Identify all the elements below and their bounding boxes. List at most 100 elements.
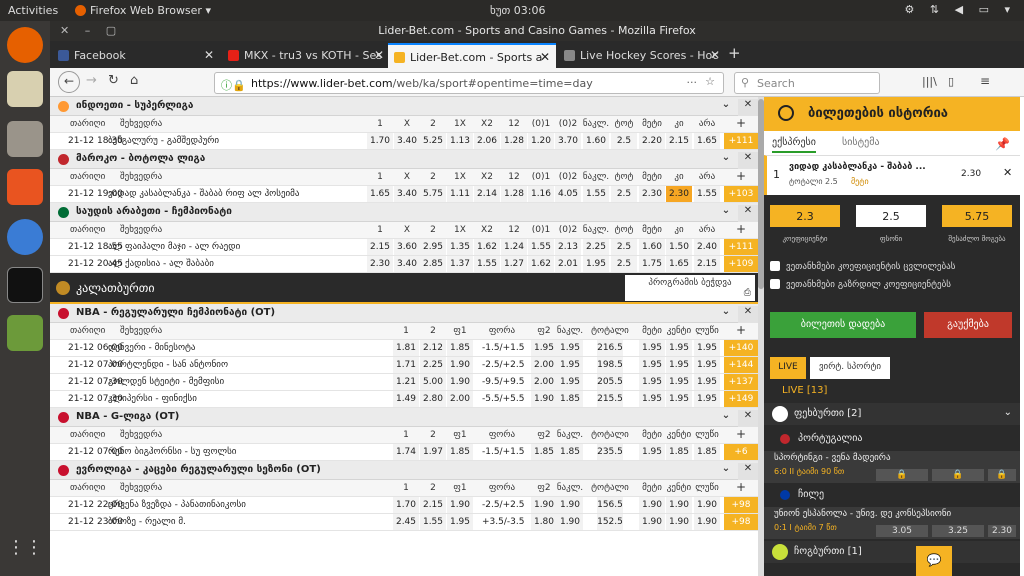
add-icon[interactable]: + (724, 116, 758, 130)
accept-higher-odds-checkbox[interactable]: ვეთანხმები გაზრდილ კოეფიციენტებს (770, 279, 951, 290)
odd-button[interactable]: 1.95 (694, 357, 720, 373)
odd-button[interactable]: 2.25 (420, 357, 446, 373)
odd-button[interactable]: 3.40 (394, 256, 420, 272)
close-icon[interactable]: ✕ (374, 48, 384, 62)
odd-button[interactable]: 1.37 (447, 256, 473, 272)
odd-button[interactable]: 1.90 (694, 514, 720, 530)
odd-button[interactable]: 2.12 (420, 340, 446, 356)
more-markets-button[interactable]: +98 (724, 497, 758, 513)
odd-button[interactable]: 1.95 (531, 340, 557, 356)
odd-button[interactable]: 1.27 (501, 256, 527, 272)
more-markets-button[interactable]: +140 (724, 340, 758, 356)
page-actions-icon[interactable]: ··· (687, 76, 698, 89)
chile-league[interactable]: ჩილე (764, 485, 1020, 505)
files-launcher-icon[interactable] (7, 121, 43, 157)
odd-button[interactable]: 3.40 (394, 133, 420, 149)
place-bet-button[interactable]: ბილეთის დადება (770, 312, 916, 338)
back-button[interactable]: ← (58, 71, 80, 93)
tab-system[interactable]: სისტემა (842, 137, 880, 148)
odd-button[interactable]: 2.20 (639, 133, 665, 149)
odd-button[interactable]: -5.5/+5.5 (482, 391, 524, 407)
odd-button[interactable]: 1.24 (501, 239, 527, 255)
clock[interactable]: ხუთ 03:06 (490, 4, 546, 17)
odd-button[interactable]: 1.65 (367, 186, 393, 202)
url-bar[interactable]: ⓘ🔒 https://www.lider-bet.com/web/ka/spor… (214, 72, 724, 94)
odd-button[interactable]: 1.95 (694, 391, 720, 407)
terminal-launcher-icon[interactable] (7, 267, 43, 303)
library-icon[interactable]: |||\ (922, 75, 937, 88)
bookmark-star-icon[interactable]: ☆ (705, 75, 715, 88)
odd-button[interactable]: 1.95 (557, 374, 583, 390)
tab-liderbet[interactable]: Lider-Bet.com - Sports a ✕ (388, 43, 556, 68)
live-match-2[interactable]: უნიონ ესპანოლა - უნივ. დე კონსეპსიონი 0:… (764, 507, 1020, 539)
odd-button[interactable]: 1.74 (393, 444, 419, 460)
odd-button[interactable]: 1.95 (694, 340, 720, 356)
portugal-league[interactable]: პორტუგალია (764, 429, 1020, 449)
odd-button[interactable]: 2.00 (447, 391, 473, 407)
odd-button[interactable]: 1.95 (557, 357, 583, 373)
league-header[interactable]: NBA - რეგულარული ჩემპიონატი (OT) ⌄ ✕ (50, 304, 758, 323)
add-icon[interactable]: + (724, 222, 758, 236)
ticket-history-header[interactable]: ბილეთების ისტორია (764, 97, 1020, 131)
tab-youtube[interactable]: MKX - tru3 vs KOTH - Ses ✕ (222, 43, 390, 68)
system-tray[interactable]: ⚙ ⇅ ◀ ▭ ▾ (905, 3, 1016, 16)
odd-button[interactable]: 1.55 (474, 256, 500, 272)
league-header[interactable]: ინდოეთი - სუპერლიგა ⌄ ✕ (50, 97, 758, 116)
reload-button[interactable]: ↻ (108, 73, 119, 88)
odd-button[interactable]: 1.85 (557, 391, 583, 407)
odd-button[interactable]: 1.35 (447, 239, 473, 255)
more-markets-button[interactable]: +149 (724, 391, 758, 407)
odd-button[interactable]: 2.80 (420, 391, 446, 407)
odd-button[interactable]: 1.95 (666, 357, 692, 373)
help-launcher-icon[interactable] (7, 219, 43, 255)
odd-button[interactable]: 1.95 (666, 374, 692, 390)
odd-button[interactable]: 1.85 (447, 340, 473, 356)
chevron-down-icon[interactable]: ⌄ (716, 205, 736, 216)
odd-button[interactable]: 1.85 (666, 444, 692, 460)
new-tab-button[interactable]: + (728, 44, 741, 62)
remove-bet-icon[interactable]: ✕ (1003, 166, 1012, 179)
accept-odds-change-checkbox[interactable]: ვეთანხმები კოეფიციენტის ცვლილებას (770, 261, 955, 272)
odd-button[interactable]: 1.97 (420, 444, 446, 460)
close-icon[interactable]: ✕ (738, 463, 758, 480)
add-icon[interactable]: + (724, 323, 758, 337)
more-markets-button[interactable]: +98 (724, 514, 758, 530)
odd-button[interactable]: 2.13 (555, 239, 581, 255)
odd-button[interactable]: 1.65 (666, 256, 692, 272)
odd-button[interactable]: 1.11 (447, 186, 473, 202)
odd-button[interactable]: 1.90 (531, 391, 557, 407)
match-name[interactable]: კლიპერსი - ფინიქსი (108, 394, 197, 404)
odd-button[interactable]: 152.5 (597, 514, 623, 530)
firefox-launcher-icon[interactable] (7, 27, 43, 63)
odd-button[interactable]: 3.05 (876, 525, 928, 537)
league-header[interactable]: საუდის არაბეთი - ჩემპიონატი ⌄ ✕ (50, 203, 758, 222)
odd-button[interactable]: 1.21 (393, 374, 419, 390)
odd-button[interactable]: 2.06 (474, 133, 500, 149)
chevron-down-icon[interactable]: ⌄ (716, 306, 736, 317)
odd-button[interactable]: 1.95 (666, 391, 692, 407)
odd-button[interactable]: 1.95 (639, 340, 665, 356)
odd-button[interactable]: 1.28 (501, 133, 527, 149)
more-markets-button[interactable]: +144 (724, 357, 758, 373)
odd-button[interactable]: 1.90 (639, 514, 665, 530)
odd-button[interactable]: 1.28 (501, 186, 527, 202)
live-match-1[interactable]: სპორტინგი - ვენა მადეირა 6:0 II ტაიმი 90… (764, 451, 1020, 483)
odd-button[interactable]: 2.95 (420, 239, 446, 255)
app-menu[interactable]: Firefox Web Browser ▾ (75, 4, 211, 17)
odd-button[interactable]: 2.30 (367, 256, 393, 272)
odd-button[interactable]: -2.5/+2.5 (482, 357, 524, 373)
odd-button[interactable]: 2.30 (639, 186, 665, 202)
odd-button[interactable]: 3.60 (394, 239, 420, 255)
odd-button[interactable]: 2.5 (611, 256, 637, 272)
stake-input[interactable]: 2.5 (856, 205, 926, 227)
match-name[interactable]: ცრვენა ზვეზდა - პანათინაიკოსი (108, 500, 246, 510)
odd-button[interactable]: 5.00 (420, 374, 446, 390)
odd-button[interactable]: +3.5/-3.5 (482, 514, 524, 530)
add-icon[interactable]: + (724, 169, 758, 183)
chat-icon[interactable]: 💬 (916, 546, 952, 576)
match-name[interactable]: ალ ქადისია - ალ შაბაბი (108, 259, 214, 269)
odd-button[interactable]: 5.25 (420, 133, 446, 149)
match-name[interactable]: რენო ბიგჰორნსი - სუ ფოლსი (108, 447, 236, 457)
odd-button[interactable]: 1.90 (666, 514, 692, 530)
viewer-launcher-icon[interactable] (7, 315, 43, 351)
